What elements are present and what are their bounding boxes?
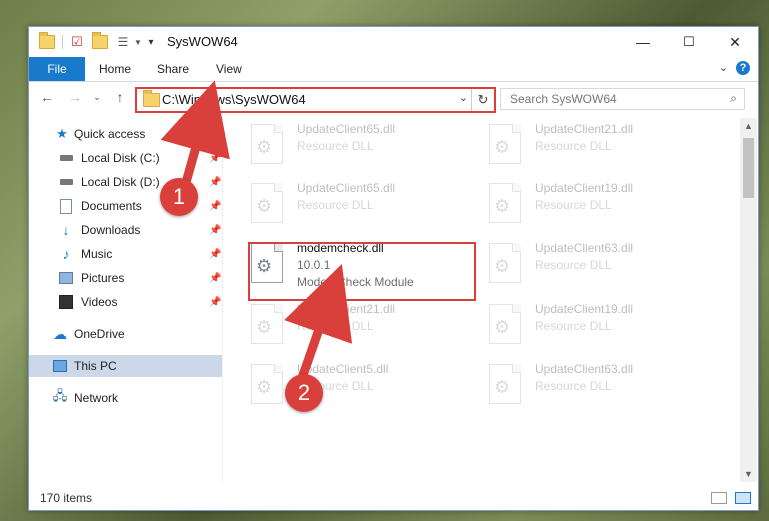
highlight-box-modemcheck xyxy=(248,242,476,301)
step-badge-2: 2 xyxy=(285,374,323,412)
arrow-step-1 xyxy=(160,80,230,191)
step-badge-1: 1 xyxy=(160,178,198,216)
arrow-step-2 xyxy=(284,264,353,383)
